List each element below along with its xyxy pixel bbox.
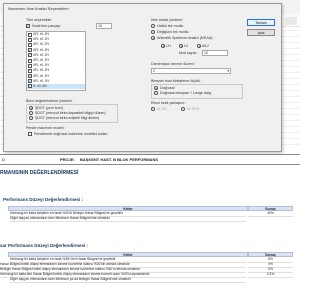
table2-title: sar Performans Düzeyi Değerlendirmesi : [0, 243, 89, 248]
iteration-label: Ellcor kesit yaklaşımı : [151, 101, 187, 105]
method-opt2-radio[interactable] [151, 30, 155, 34]
project-row: D PROJE: BAŞKENT HAST. B BLOK PERFORMANS [0, 154, 300, 165]
tag-lh-radio[interactable] [161, 44, 165, 48]
method-opt1-label: Hakiki tek modlu [157, 24, 184, 28]
material-model-option: Pendelerde doğrusal malzeme modelini kul… [34, 132, 108, 136]
iter-opt2-label: r0..5Y.5 [187, 107, 200, 111]
tag-ml2[interactable]: ML2 [197, 43, 209, 48]
tag-lh[interactable]: LH [161, 43, 171, 48]
method-opt1-radio[interactable] [151, 24, 155, 28]
series-item-label: XR- r0..5Y [33, 78, 50, 83]
combine-opt1-radio[interactable] [154, 86, 158, 90]
series-item-label: XR- r0..5Y [33, 73, 50, 78]
method-opt3-radio[interactable] [151, 36, 155, 40]
table1-title: Performans Düzeyi Değerlendirmesi : [3, 197, 84, 202]
ribbon-control[interactable] [285, 17, 297, 25]
material-model-label: Pende malzeme modeli : [26, 126, 66, 130]
table1-row-2-result [248, 216, 293, 217]
analysis-options-dialog: Numenen İlme Analizi Seçenekleri Tüm seç… [3, 3, 282, 152]
material-model-checkbox[interactable] [28, 132, 32, 136]
series-item-checkbox[interactable] [28, 83, 32, 89]
series-item-label: XR- r0..5Y [33, 52, 50, 57]
project-prefix: D [2, 157, 5, 162]
chevron-down-icon: ▾ [227, 69, 229, 73]
damping-value: 2 [153, 69, 155, 73]
tag-lv-label: LV [184, 44, 189, 48]
table1-row-2-criterion: Diğer taşıyıcı elemanların tamı Minimum … [10, 216, 246, 222]
series-list[interactable]: XR- r0..5Y XR- r0..5Y XR- r0..5Y XR- r0.… [26, 31, 86, 91]
mod-count-input[interactable]: 12 [202, 50, 228, 56]
combine-opt2-radio[interactable] [154, 91, 158, 95]
evaluation-opt2-label: ŞDGT (mevcut birim-kapasiteli bilgiyi dü… [35, 111, 106, 115]
tag-lv-radio[interactable] [179, 44, 183, 48]
period-input[interactable]: 10 [96, 23, 112, 29]
series-label: Tüm seçenekler [26, 18, 52, 22]
evaluation-opt1-radio[interactable] [29, 106, 33, 110]
series-item-label: XR- r0..5Y [33, 32, 50, 36]
combine-label: Bireysel mod birleştirme ölçütü : [151, 79, 202, 83]
evaluation-opt3-label: ŞDGT (mevcut birim-eriştirili bilgi düze… [35, 116, 100, 120]
iter-opt1-radio[interactable] [151, 107, 155, 111]
combine-opt1-label: Doğrusal [160, 86, 175, 90]
iter-opt2-radio[interactable] [181, 107, 185, 111]
evaluation-opt3-radio[interactable] [29, 116, 33, 120]
method-opt3-label: Aritmetik Spektrum Analizi (MSAA) : [157, 36, 215, 40]
damping-dropdown[interactable]: 2 ▾ [151, 68, 231, 74]
combine-opt2-label: Doğrusal olmayan + Lange dalg. [160, 91, 212, 95]
series-item-label: XR- r0..5Y [33, 47, 50, 52]
dialog-title: Numenen İlme Analizi Seçenekleri [8, 6, 69, 11]
report-main-title: RMANSININ DEĞERLENDİRMESİ [0, 170, 79, 176]
method-opt2-label: Değişken tek modlu [157, 30, 189, 34]
period-label: İlmali tüm parçayı: [32, 24, 62, 28]
tag-ml2-label: ML2 [202, 44, 209, 48]
series-item-label: XR- r0..5Y [33, 37, 50, 42]
period-checkbox[interactable] [26, 23, 30, 28]
project-label: PROJE: [60, 157, 75, 162]
analysis-method-label: İlme analiz yöntemi : [151, 18, 184, 22]
tag-lv[interactable]: LV [179, 43, 188, 48]
iter-opt1-label: r0..5Y [157, 107, 167, 111]
tag-ml2-radio[interactable] [197, 44, 201, 48]
series-item-label: XR- r0..5Y [33, 63, 50, 68]
mod-count-label: Mod sayısı : [179, 51, 199, 55]
evaluation-opt1-label: ŞDGT (yeni form) [35, 106, 64, 110]
table2-row-5-criterion: Diğer taşıyıcı elemanların tamı Minimum … [10, 277, 246, 283]
evaluation-method-label: Birim değerlendirme yöntemi : [26, 99, 74, 103]
series-item-label: XR- r0..5Y [33, 42, 50, 47]
evaluation-opt2-radio[interactable] [29, 111, 33, 115]
series-item-label: XR- r0..5Y [33, 68, 50, 73]
table2-row-5-result [248, 277, 293, 278]
series-list-item-selected[interactable]: X- r0..5X [27, 83, 85, 90]
series-item-label: XR- r0..5Y [33, 57, 50, 62]
damping-label: Damensyon derece düzeni : [151, 62, 196, 66]
tag-lh-label: LH [166, 44, 171, 48]
project-name: BAŞKENT HAST. B BLOK PERFORMANS [80, 157, 159, 162]
ok-button[interactable]: Tamam [247, 19, 275, 26]
cancel-button[interactable]: İptal [247, 29, 275, 36]
series-item-label: X- r0..5X [33, 83, 47, 88]
